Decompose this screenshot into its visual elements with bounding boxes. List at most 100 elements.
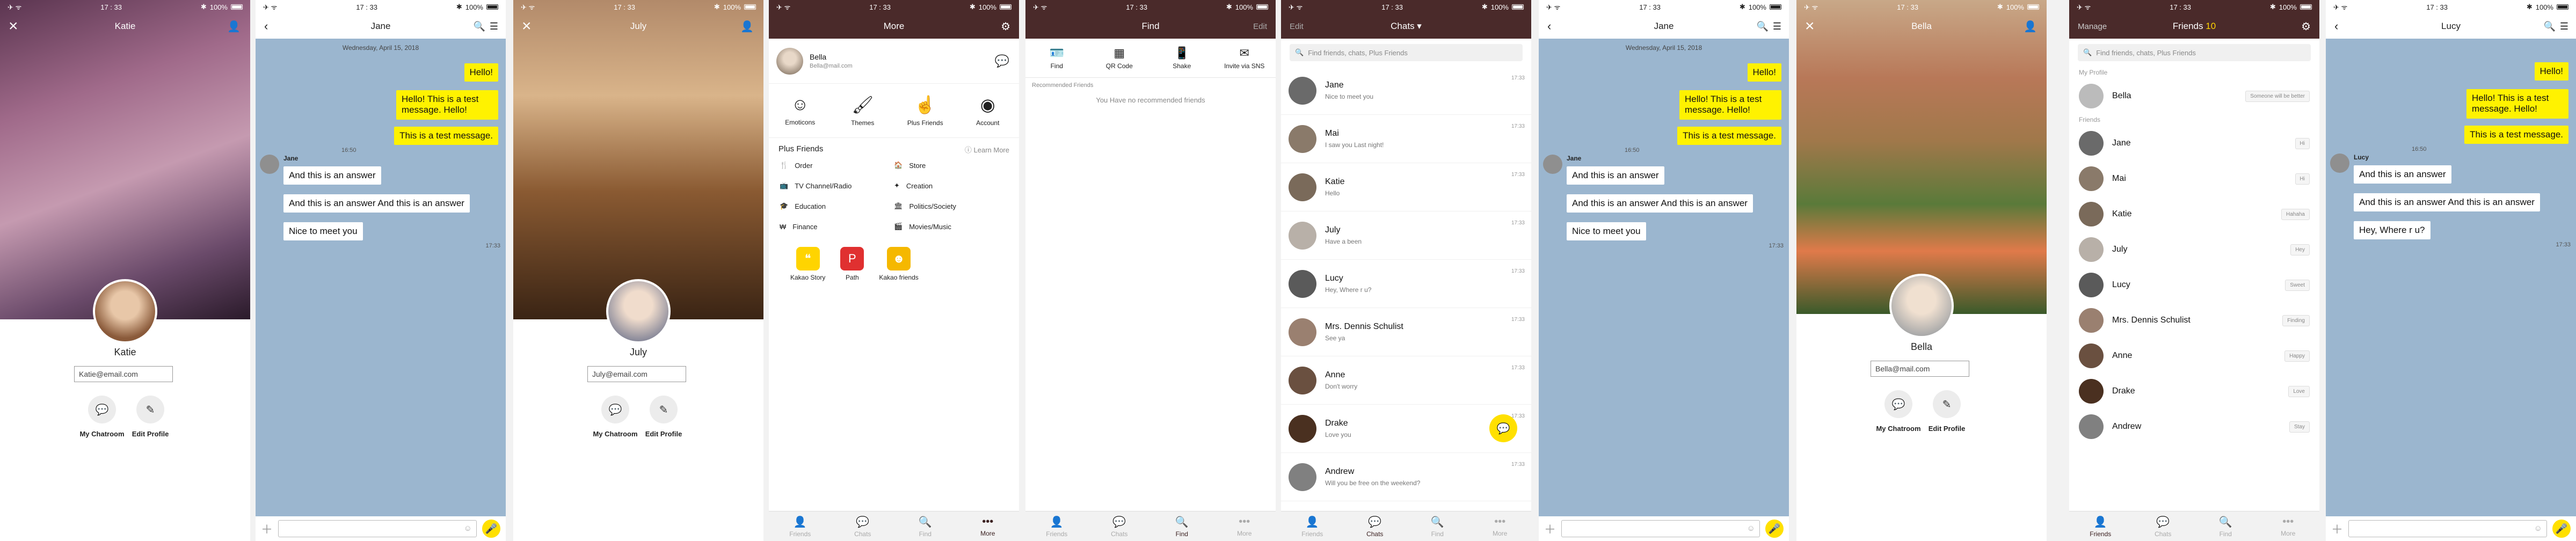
emoji-icon[interactable]: ☺	[2534, 524, 2542, 533]
plus-friends-button[interactable]: ☝ Plus Friends	[901, 94, 949, 127]
themes-button[interactable]: 🖌 Themes	[839, 94, 887, 127]
message-bubble[interactable]: Hello! This is a test message. Hello!	[1679, 90, 1781, 120]
invite-button[interactable]: ✉ Invite via SNS	[1220, 46, 1269, 70]
my-chatroom-button[interactable]: 💬 My Chatroom	[75, 396, 129, 438]
message-input[interactable]: ☺	[1561, 520, 1760, 537]
page-title[interactable]: Chats ▾	[1391, 21, 1422, 32]
avatar[interactable]	[1889, 274, 1954, 338]
find-button[interactable]: 🪪 Find	[1032, 46, 1081, 70]
mic-icon[interactable]: 🎤	[1765, 520, 1784, 538]
plus-item[interactable]: 🎬 Movies/Music	[894, 222, 1008, 231]
avatar[interactable]	[260, 155, 279, 174]
manage-button[interactable]: Manage	[2078, 22, 2107, 31]
edit-button[interactable]: Edit	[1290, 22, 1304, 31]
search-icon[interactable]: 🔍	[1756, 21, 1768, 32]
friend-row[interactable]: Andrew Stay	[2069, 409, 2319, 444]
tab-friends[interactable]: 👤 Friends	[1025, 511, 1088, 541]
search-icon[interactable]: 🔍	[473, 21, 485, 32]
message-bubble[interactable]: Hello!	[2534, 62, 2568, 81]
friend-row[interactable]: Mai Hi	[2069, 161, 2319, 196]
kakao-story-app[interactable]: ❝ Kakao Story	[790, 247, 825, 281]
chat-row[interactable]: Andrew Will you be free on the weekend? 17…	[1281, 453, 1531, 501]
message-input[interactable]: ☺	[278, 520, 477, 537]
path-app[interactable]: P Path	[840, 247, 864, 281]
tab-chats[interactable]: 💬 Chats	[832, 511, 894, 541]
email-field[interactable]: July@email.com	[587, 366, 686, 382]
message-bubble[interactable]: Hello!	[1747, 63, 1781, 82]
kakao-friends-app[interactable]: ☻ Kakao friends	[879, 247, 919, 281]
tab-more[interactable]: ••• More	[1469, 511, 1532, 541]
email-field[interactable]: Bella@mail.com	[1871, 361, 1969, 377]
tab-find[interactable]: 🔍 Find	[2194, 511, 2257, 541]
friend-row[interactable]: July Hey	[2069, 232, 2319, 267]
tab-chats[interactable]: 💬 Chats	[1088, 511, 1151, 541]
message-input[interactable]: ☺	[2348, 520, 2547, 537]
gear-icon[interactable]: ⚙	[1001, 20, 1010, 33]
my-chatroom-button[interactable]: 💬 My Chatroom	[588, 396, 642, 438]
close-icon[interactable]: ×	[522, 18, 532, 34]
plus-item[interactable]: 🍴 Order	[780, 161, 894, 170]
tab-more[interactable]: ••• More	[957, 511, 1020, 541]
tab-find[interactable]: 🔍 Find	[1151, 511, 1213, 541]
learn-more-link[interactable]: ⓘ Learn More	[965, 144, 1009, 155]
shake-button[interactable]: 📱 Shake	[1158, 46, 1206, 70]
tab-friends[interactable]: 👤 Friends	[2069, 511, 2132, 541]
message-bubble[interactable]: This is a test message.	[2464, 126, 2568, 144]
my-profile-row[interactable]: Bella Bella@mail.com 💬	[769, 39, 1019, 84]
my-profile-row[interactable]: Bella Someone will be better	[2069, 78, 2319, 114]
tab-chats[interactable]: 💬 Chats	[2132, 511, 2195, 541]
menu-icon[interactable]: ☰	[490, 21, 498, 32]
friend-row[interactable]: Jane Hi	[2069, 126, 2319, 161]
person-icon[interactable]: 👤	[227, 20, 241, 33]
plus-item[interactable]: 🎓 Education	[780, 202, 894, 210]
message-bubble[interactable]: Nice to meet you	[283, 222, 363, 241]
chat-row[interactable]: Katie Hello 17:33	[1281, 163, 1531, 211]
edit-profile-button[interactable]: ✎ Edit Profile	[637, 396, 690, 438]
back-icon[interactable]: ‹	[264, 19, 268, 33]
edit-profile-button[interactable]: ✎ Edit Profile	[1920, 390, 1974, 433]
plus-item[interactable]: 🏠 Store	[894, 161, 1008, 170]
person-icon[interactable]: 👤	[740, 20, 754, 33]
chat-row[interactable]: Lucy Hey, Where r u? 17:33	[1281, 260, 1531, 308]
emoji-icon[interactable]: ☺	[1747, 524, 1755, 533]
plus-icon[interactable]: ＋	[2331, 520, 2343, 537]
tab-find[interactable]: 🔍 Find	[1406, 511, 1469, 541]
message-bubble[interactable]: And this is an answer And this is an ans…	[2354, 193, 2540, 212]
tab-friends[interactable]: 👤 Friends	[1281, 511, 1344, 541]
emoticons-button[interactable]: ☺ Emoticons	[776, 94, 824, 127]
search-input[interactable]: 🔍 Find friends, chats, Plus Friends	[2078, 44, 2311, 61]
plus-item[interactable]: ✦ Creation	[894, 181, 1008, 190]
tab-more[interactable]: ••• More	[2257, 511, 2320, 541]
chat-row[interactable]: July Have a been 17:33	[1281, 211, 1531, 260]
message-bubble[interactable]: This is a test message.	[1677, 127, 1781, 145]
friend-row[interactable]: Mrs. Dennis Schulist Finding	[2069, 303, 2319, 338]
new-chat-button[interactable]: 💬	[1489, 414, 1517, 442]
menu-icon[interactable]: ☰	[2560, 21, 2568, 32]
email-field[interactable]: Katie@email.com	[74, 366, 173, 382]
search-input[interactable]: 🔍 Find friends, chats, Plus Friends	[1290, 44, 1523, 61]
plus-icon[interactable]: ＋	[261, 520, 273, 537]
emoji-icon[interactable]: ☺	[464, 524, 472, 533]
message-bubble[interactable]: Hello! This is a test message. Hello!	[396, 90, 498, 120]
close-icon[interactable]: ×	[1805, 18, 1815, 34]
message-bubble[interactable]: And this is an answer	[283, 166, 381, 185]
message-bubble[interactable]: Hello!	[464, 63, 498, 82]
chat-row[interactable]: Mai I saw you Last night! 17:33	[1281, 115, 1531, 163]
message-bubble[interactable]: This is a test message.	[394, 127, 498, 145]
plus-icon[interactable]: ＋	[1544, 520, 1556, 537]
person-icon[interactable]: 👤	[2024, 20, 2037, 33]
friend-row[interactable]: Lucy Sweet	[2069, 267, 2319, 303]
tab-find[interactable]: 🔍 Find	[894, 511, 957, 541]
search-icon[interactable]: 🔍	[2543, 21, 2555, 32]
close-icon[interactable]: ×	[9, 18, 18, 34]
gear-icon[interactable]: ⚙	[2301, 20, 2311, 33]
avatar[interactable]	[1543, 155, 1562, 174]
plus-item[interactable]: 🏛 Politics/Society	[894, 202, 1008, 210]
qr-code-button[interactable]: ▦ QR Code	[1095, 46, 1144, 70]
back-icon[interactable]: ‹	[1547, 19, 1551, 33]
my-chatroom-button[interactable]: 💬 My Chatroom	[1872, 390, 1925, 433]
edit-button[interactable]: Edit	[1253, 22, 1267, 31]
chat-row[interactable]: Mrs. Dennis Schulist See ya 17:33	[1281, 308, 1531, 356]
chat-row[interactable]: Anne Don't worry 17:33	[1281, 356, 1531, 405]
friend-row[interactable]: Drake Love	[2069, 374, 2319, 409]
